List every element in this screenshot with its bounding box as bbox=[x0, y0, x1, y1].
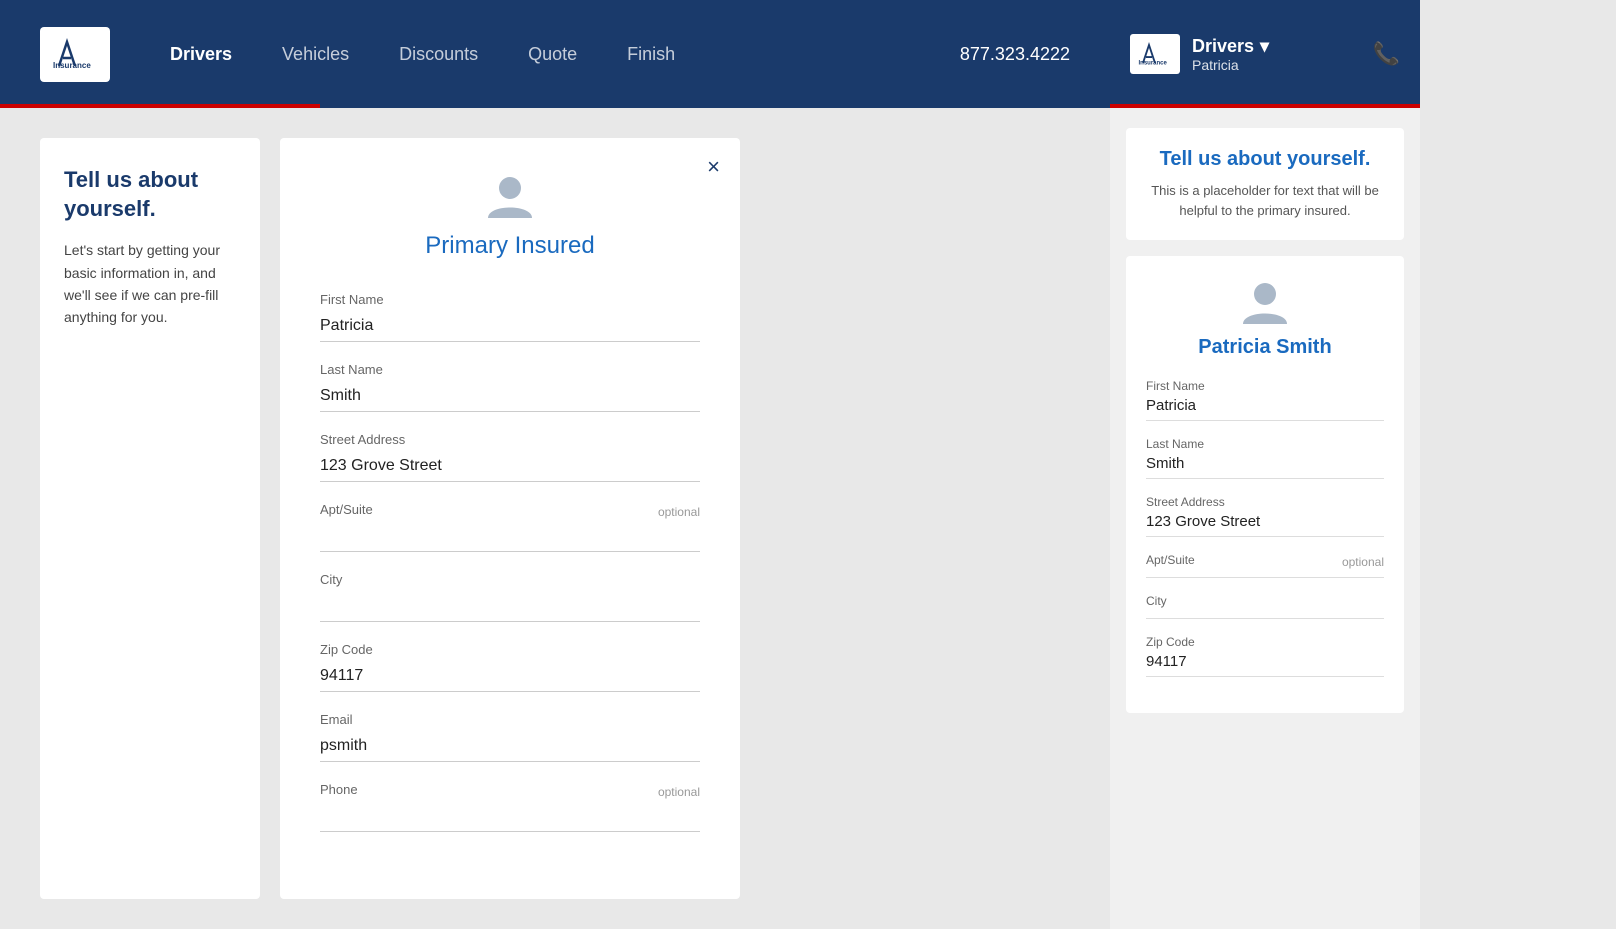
main-section: Insurance Drivers Vehicles Discounts Quo… bbox=[0, 0, 1110, 929]
nav-item-quote[interactable]: Quote bbox=[528, 44, 577, 65]
profile-zip-code-label: Zip Code bbox=[1146, 635, 1384, 649]
right-logo: Insurance bbox=[1130, 34, 1180, 74]
last-name-field: Last Name bbox=[320, 362, 700, 412]
sidebar-title: Tell us about yourself. bbox=[64, 166, 236, 223]
city-field: City bbox=[320, 572, 700, 622]
apt-suite-label: Apt/Suite bbox=[320, 502, 373, 517]
form-title: Primary Insured bbox=[425, 232, 594, 260]
close-button[interactable]: × bbox=[707, 154, 720, 180]
first-name-field: First Name bbox=[320, 292, 700, 342]
zip-code-label: Zip Code bbox=[320, 642, 700, 657]
profile-first-name-label: First Name bbox=[1146, 379, 1384, 393]
chevron-down-icon: ▾ bbox=[1260, 36, 1269, 57]
profile-city-value bbox=[1146, 612, 1384, 619]
phone-label: Phone bbox=[320, 782, 358, 797]
first-name-input[interactable] bbox=[320, 311, 700, 342]
profile-person-icon bbox=[1239, 276, 1291, 328]
street-address-input[interactable] bbox=[320, 451, 700, 482]
phone-optional: optional bbox=[658, 785, 700, 799]
street-address-field: Street Address bbox=[320, 432, 700, 482]
email-label: Email bbox=[320, 712, 700, 727]
right-panel: Insurance Drivers ▾ Patricia 📞 Tell us a… bbox=[1110, 0, 1420, 929]
sidebar-description: Let's start by getting your basic inform… bbox=[64, 239, 236, 329]
logo: Insurance bbox=[40, 27, 110, 82]
nav-item-vehicles[interactable]: Vehicles bbox=[282, 44, 349, 65]
profile-apt-suite-field: Apt/Suite optional bbox=[1146, 553, 1384, 578]
right-nav-subtitle: Patricia bbox=[1192, 57, 1269, 73]
first-name-label: First Name bbox=[320, 292, 700, 307]
profile-apt-suite-value bbox=[1146, 571, 1384, 578]
svg-text:Insurance: Insurance bbox=[1139, 61, 1168, 67]
right-aaa-logo-icon: Insurance bbox=[1137, 42, 1173, 66]
profile-city-field: City bbox=[1146, 594, 1384, 619]
street-address-label: Street Address bbox=[320, 432, 700, 447]
phone-field: Phone optional bbox=[320, 782, 700, 832]
apt-suite-field: Apt/Suite optional bbox=[320, 502, 700, 552]
profile-zip-code-value: 94117 bbox=[1146, 653, 1384, 677]
last-name-label: Last Name bbox=[320, 362, 700, 377]
last-name-input[interactable] bbox=[320, 381, 700, 412]
person-icon bbox=[484, 170, 536, 222]
profile-first-name-field: First Name Patricia bbox=[1146, 379, 1384, 421]
right-nav-text: Drivers ▾ Patricia bbox=[1192, 36, 1269, 73]
logo-area: Insurance bbox=[40, 27, 110, 82]
nav-item-drivers[interactable]: Drivers bbox=[170, 44, 232, 65]
city-label: City bbox=[320, 572, 700, 587]
info-card: Tell us about yourself. This is a placeh… bbox=[1126, 128, 1404, 240]
aaa-logo-icon: Insurance bbox=[51, 38, 99, 70]
info-card-description: This is a placeholder for text that will… bbox=[1146, 181, 1384, 220]
nav-item-finish[interactable]: Finish bbox=[627, 44, 675, 65]
profile-zip-code-field: Zip Code 94117 bbox=[1146, 635, 1384, 677]
phone-icon[interactable]: 📞 bbox=[1373, 41, 1400, 67]
right-nav-title-label: Drivers bbox=[1192, 36, 1254, 57]
profile-card: Patricia Smith First Name Patricia Last … bbox=[1126, 256, 1404, 713]
navbar: Insurance Drivers Vehicles Discounts Quo… bbox=[0, 0, 1110, 108]
apt-suite-optional: optional bbox=[658, 505, 700, 519]
profile-last-name-field: Last Name Smith bbox=[1146, 437, 1384, 479]
form-panel: × Primary Insured First Name Last Name bbox=[280, 138, 740, 899]
apt-suite-input[interactable] bbox=[320, 521, 700, 552]
city-input[interactable] bbox=[320, 591, 700, 622]
profile-last-name-label: Last Name bbox=[1146, 437, 1384, 451]
right-navbar: Insurance Drivers ▾ Patricia 📞 bbox=[1110, 0, 1420, 108]
email-field: Email bbox=[320, 712, 700, 762]
right-content: Tell us about yourself. This is a placeh… bbox=[1110, 108, 1420, 929]
email-input[interactable] bbox=[320, 731, 700, 762]
phone-number: 877.323.4222 bbox=[960, 44, 1070, 65]
page-content: Tell us about yourself. Let's start by g… bbox=[0, 108, 1110, 929]
zip-code-field: Zip Code bbox=[320, 642, 700, 692]
profile-name: Patricia Smith bbox=[1198, 336, 1331, 359]
nav-items: Drivers Vehicles Discounts Quote Finish bbox=[170, 44, 960, 65]
profile-street-address-label: Street Address bbox=[1146, 495, 1384, 509]
right-nav-title: Drivers ▾ bbox=[1192, 36, 1269, 57]
profile-last-name-value: Smith bbox=[1146, 455, 1384, 479]
profile-street-address-field: Street Address 123 Grove Street bbox=[1146, 495, 1384, 537]
form-header: Primary Insured bbox=[320, 170, 700, 260]
profile-header: Patricia Smith bbox=[1146, 276, 1384, 359]
info-card-title: Tell us about yourself. bbox=[1146, 148, 1384, 171]
nav-item-discounts[interactable]: Discounts bbox=[399, 44, 478, 65]
svg-text:Insurance: Insurance bbox=[53, 61, 91, 70]
zip-code-input[interactable] bbox=[320, 661, 700, 692]
profile-apt-suite-label: Apt/Suite bbox=[1146, 553, 1195, 567]
phone-input[interactable] bbox=[320, 801, 700, 832]
profile-first-name-value: Patricia bbox=[1146, 397, 1384, 421]
profile-city-label: City bbox=[1146, 594, 1384, 608]
profile-apt-suite-optional: optional bbox=[1342, 555, 1384, 569]
sidebar-card: Tell us about yourself. Let's start by g… bbox=[40, 138, 260, 899]
profile-street-address-value: 123 Grove Street bbox=[1146, 513, 1384, 537]
